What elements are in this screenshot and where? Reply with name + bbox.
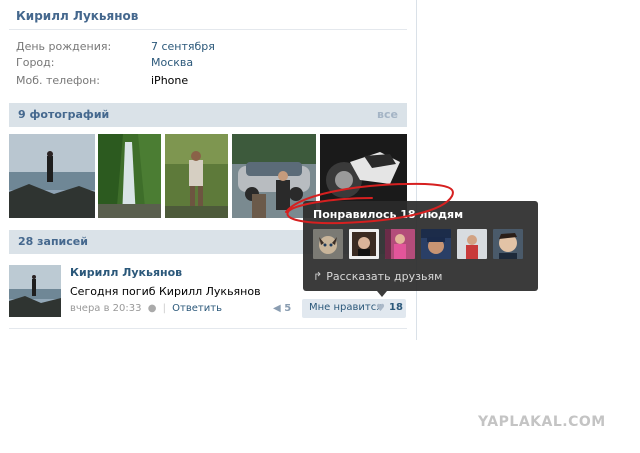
post-author-name[interactable]: Кирилл Лукьянов: [70, 266, 182, 279]
repost-button[interactable]: ◀ 5: [273, 303, 291, 314]
share-arrow-icon: ↱: [313, 270, 323, 283]
post-text: Сегодня погиб Кирилл Лукьянов: [70, 285, 261, 298]
info-label: Город:: [16, 56, 55, 69]
popup-pointer: [377, 291, 387, 297]
info-value-city[interactable]: Москва: [151, 56, 193, 69]
photo-thumbnail[interactable]: [98, 134, 161, 218]
photo-thumbnail[interactable]: [165, 134, 228, 218]
megaphone-icon: ◀: [273, 303, 281, 314]
like-label: Мне нравится: [309, 302, 383, 313]
photos-section-title[interactable]: 9 фотографий: [18, 108, 109, 121]
info-value-phone: iPhone: [151, 74, 189, 87]
like-button[interactable]: Мне нравится ♥ 18: [302, 299, 406, 318]
like-count: 18: [389, 302, 403, 313]
liker-avatar[interactable]: [385, 229, 415, 259]
likes-popup-title[interactable]: Понравилось 18 людям: [313, 208, 463, 221]
liker-avatar[interactable]: [493, 229, 523, 259]
share-with-friends-link[interactable]: ↱ Рассказать друзьям: [313, 270, 442, 283]
info-row-birthday: День рождения: 7 сентября: [16, 40, 406, 56]
info-value-birthday[interactable]: 7 сентября: [151, 40, 215, 53]
info-row-phone: Моб. телефон: iPhone: [16, 74, 406, 90]
divider: [9, 328, 407, 329]
repost-count: 5: [284, 303, 292, 314]
photos-all-link[interactable]: все: [377, 108, 398, 121]
liker-avatar[interactable]: [421, 229, 451, 259]
likes-popup: Понравилось 18 людям ↱ Рассказать друзьям: [303, 201, 538, 291]
separator: |: [162, 303, 166, 314]
watermark: YAPLAKAL.COM: [478, 414, 606, 430]
photo-thumbnail[interactable]: [9, 134, 95, 218]
info-label: День рождения:: [16, 40, 112, 53]
photos-section-header[interactable]: 9 фотографий все: [9, 103, 407, 127]
post-meta: вчера в 20:33 ● | Ответить: [70, 303, 222, 314]
profile-name[interactable]: Кирилл Лукьянов: [16, 9, 138, 23]
liker-avatar[interactable]: [457, 229, 487, 259]
heart-icon: ♥: [376, 303, 385, 314]
liker-avatar[interactable]: [313, 229, 343, 259]
divider: [9, 29, 407, 30]
apple-icon: ●: [147, 303, 157, 314]
post-timestamp[interactable]: вчера в 20:33: [70, 303, 142, 314]
liker-avatar[interactable]: [349, 229, 379, 259]
reply-link[interactable]: Ответить: [172, 303, 222, 314]
share-label: Рассказать друзьям: [326, 270, 443, 283]
posts-section-title[interactable]: 28 записей: [18, 235, 88, 248]
post-author-avatar[interactable]: [9, 265, 61, 317]
info-row-city: Город: Москва: [16, 56, 406, 72]
info-label: Моб. телефон:: [16, 74, 101, 87]
